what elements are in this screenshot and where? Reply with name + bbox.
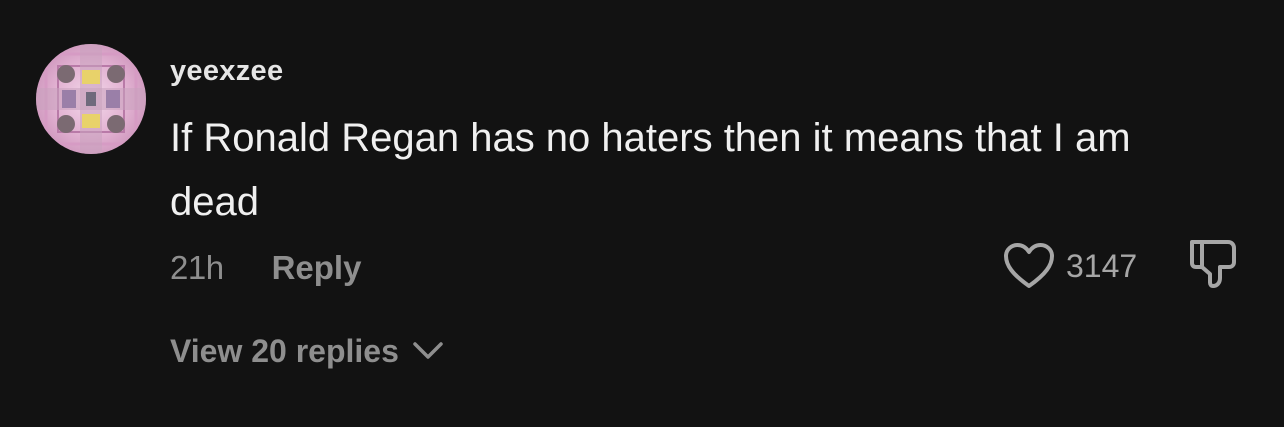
reply-button[interactable]: Reply	[272, 249, 362, 287]
comment-item: yeexzee If Ronald Regan has no haters th…	[0, 0, 1284, 427]
chevron-down-icon	[413, 342, 443, 359]
username[interactable]: yeexzee	[170, 55, 283, 88]
timestamp: 21h	[170, 249, 224, 286]
thumbs-down-outline-icon[interactable]	[1186, 236, 1240, 292]
avatar[interactable]	[36, 44, 146, 154]
view-replies-label: View 20 replies	[170, 332, 399, 369]
like-count: 3147	[1066, 247, 1138, 284]
like-button[interactable]: 3147	[1002, 238, 1137, 294]
avatar-image	[36, 44, 146, 154]
comment-meta: 21h Reply	[170, 246, 361, 290]
comment-text: If Ronald Regan has no haters then it me…	[170, 116, 1131, 224]
view-replies-button[interactable]: View 20 replies	[170, 329, 445, 373]
heart-outline-icon[interactable]	[1002, 241, 1056, 291]
